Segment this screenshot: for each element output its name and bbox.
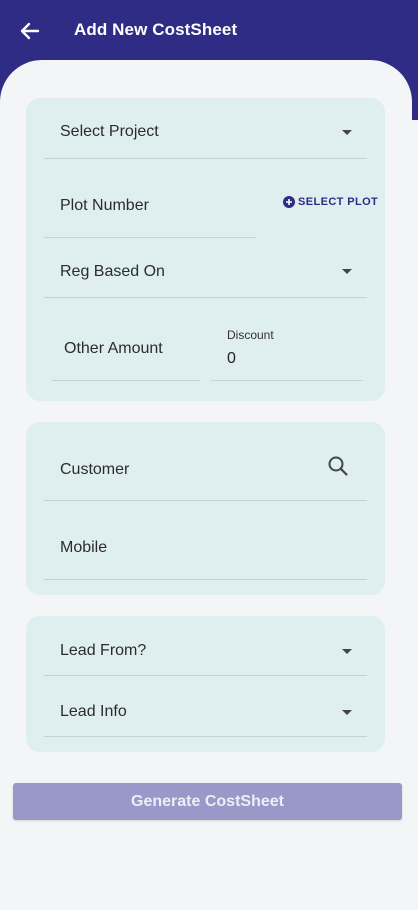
discount-field[interactable]: Discount 0 bbox=[211, 297, 363, 381]
customer-field[interactable]: Customer bbox=[44, 422, 367, 501]
other-amount-field[interactable]: Other Amount bbox=[52, 297, 200, 381]
customer-label: Customer bbox=[60, 461, 130, 478]
select-project-dropdown[interactable]: Select Project bbox=[44, 98, 367, 159]
discount-value: 0 bbox=[227, 350, 236, 367]
other-amount-label: Other Amount bbox=[64, 340, 163, 357]
lead-info-label: Lead Info bbox=[60, 703, 127, 720]
plot-number-field[interactable]: Plot Number bbox=[44, 158, 256, 238]
lead-info-dropdown[interactable]: Lead Info bbox=[44, 675, 367, 737]
search-icon[interactable] bbox=[327, 455, 349, 477]
generate-costsheet-button[interactable]: Generate CostSheet bbox=[13, 783, 402, 820]
chevron-down-icon bbox=[342, 130, 352, 135]
reg-based-on-dropdown[interactable]: Reg Based On bbox=[44, 237, 367, 298]
reg-based-on-label: Reg Based On bbox=[60, 263, 165, 280]
lead-from-dropdown[interactable]: Lead From? bbox=[44, 616, 367, 676]
back-button[interactable] bbox=[14, 16, 46, 46]
lead-from-label: Lead From? bbox=[60, 642, 147, 659]
chevron-down-icon bbox=[342, 269, 352, 274]
chevron-down-icon bbox=[342, 649, 352, 654]
select-plot-button[interactable]: SELECT PLOT bbox=[283, 196, 378, 208]
lead-card: Lead From? Lead Info bbox=[26, 616, 385, 752]
arrow-left-icon bbox=[20, 22, 40, 40]
select-project-label: Select Project bbox=[60, 123, 159, 140]
discount-label: Discount bbox=[227, 328, 274, 342]
mobile-label: Mobile bbox=[60, 539, 108, 556]
mobile-field[interactable]: Mobile bbox=[44, 500, 367, 580]
page-title: Add New CostSheet bbox=[74, 20, 238, 39]
plus-circle-icon bbox=[283, 196, 295, 208]
plot-number-label: Plot Number bbox=[60, 197, 149, 214]
customer-card: Customer Mobile bbox=[26, 422, 385, 595]
chevron-down-icon bbox=[342, 710, 352, 715]
project-card: Select Project Plot Number Reg Based On … bbox=[26, 98, 385, 401]
select-plot-label: SELECT PLOT bbox=[298, 196, 379, 208]
